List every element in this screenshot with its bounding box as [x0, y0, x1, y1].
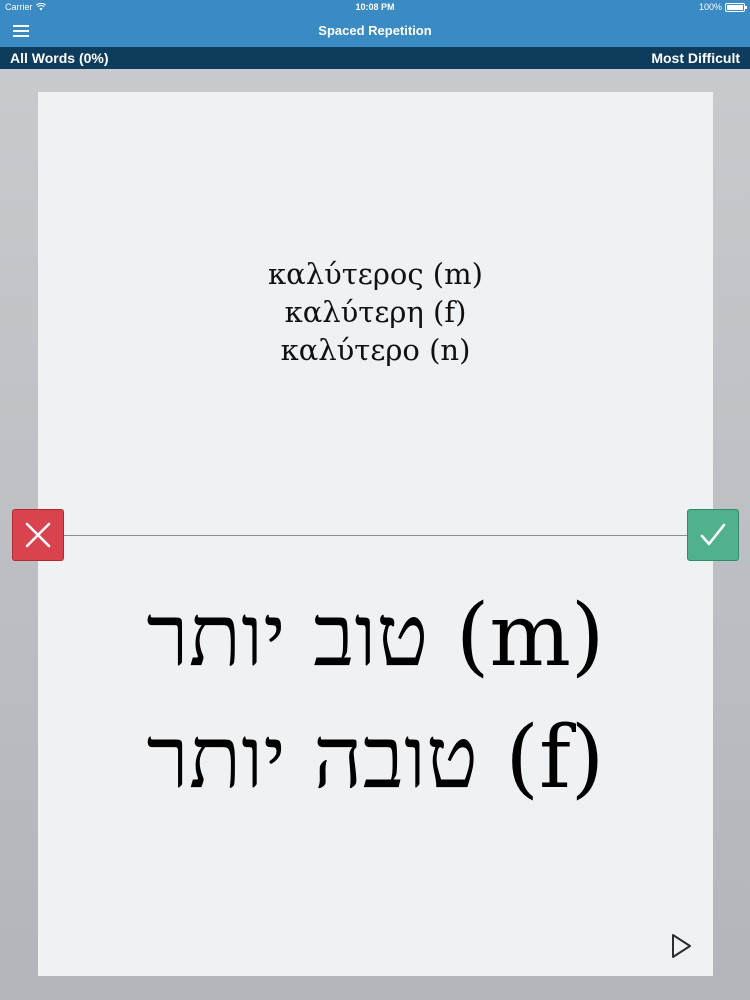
status-bar: Carrier 10:08 PM 100%	[0, 0, 750, 14]
deck-filter-bar: All Words (0%) Most Difficult	[0, 47, 750, 69]
front-line-neuter: καλύτερο (n)	[280, 333, 471, 367]
front-line-feminine: καλύτερη (f)	[284, 295, 467, 329]
x-mark-icon	[25, 522, 51, 548]
checkmark-icon	[700, 523, 726, 546]
status-time: 10:08 PM	[355, 2, 395, 12]
page-title: Spaced Repetition	[318, 23, 432, 38]
most-difficult-selector[interactable]: Most Difficult	[651, 50, 740, 66]
battery-indicator: 100%	[698, 2, 747, 12]
battery-icon	[725, 2, 747, 12]
battery-percent: 100%	[698, 2, 722, 12]
play-audio-button[interactable]	[668, 932, 694, 960]
play-icon	[672, 934, 691, 958]
correct-answer-button[interactable]	[687, 509, 739, 561]
flashcard: καλύτερος (m) καλύτερη (f) καλύτερο (n)	[38, 92, 713, 976]
all-words-selector[interactable]: All Words (0%)	[10, 50, 109, 66]
card-divider	[38, 535, 713, 536]
card-back-text: טוב יותר (m) טובה יותר (f)	[38, 575, 713, 819]
front-line-masculine: καλύτερος (m)	[268, 257, 483, 291]
navigation-bar: Spaced Repetition	[0, 14, 750, 47]
back-line-feminine: טובה יותר (f)	[146, 708, 605, 808]
back-line-masculine: טוב יותר (m)	[146, 586, 605, 686]
wrong-answer-button[interactable]	[12, 509, 64, 561]
card-front-text: καλύτερος (m) καλύτερη (f) καλύτερο (n)	[38, 255, 713, 369]
